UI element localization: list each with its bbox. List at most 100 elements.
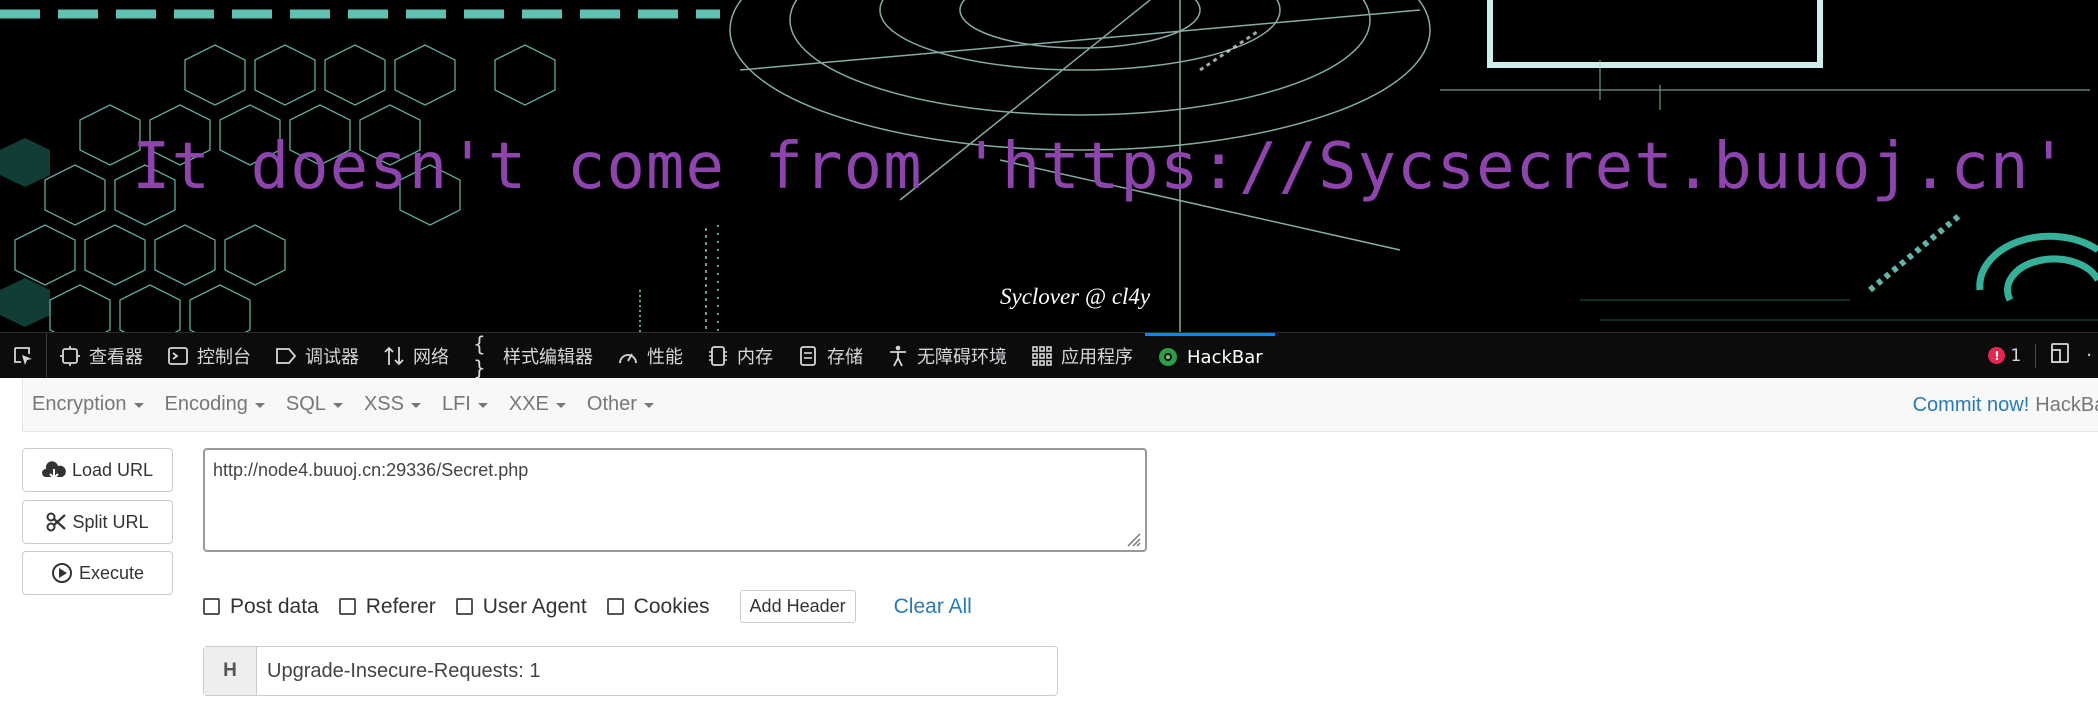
divider — [2035, 343, 2037, 368]
cloud-download-icon — [41, 461, 66, 480]
option-label: Referer — [365, 594, 436, 618]
header-value-input[interactable]: Upgrade-Insecure-Requests: 1 — [257, 647, 1057, 695]
hackbar-panel: Encryption Encoding SQL XSS LFI XXE Othe… — [0, 378, 2098, 702]
tab-performance[interactable]: 性能 — [605, 333, 695, 379]
button-label: Execute — [78, 562, 145, 583]
menu-label: Other — [586, 393, 637, 415]
button-label: Load URL — [71, 459, 154, 480]
menu-encryption[interactable]: Encryption — [23, 393, 156, 416]
option-label: User Agent — [482, 594, 587, 618]
tab-storage[interactable]: 存储 — [785, 333, 875, 379]
menu-label: Encryption — [32, 393, 127, 415]
load-url-button[interactable]: Load URL — [22, 448, 173, 492]
tab-label: 存储 — [827, 346, 863, 368]
add-header-button[interactable]: Add Header — [739, 590, 856, 623]
commit-now-link[interactable]: Commit now! — [1913, 394, 2030, 416]
tab-memory[interactable]: 内存 — [695, 333, 785, 379]
split-url-button[interactable]: Split URL — [22, 500, 173, 544]
caret-down-icon — [332, 403, 343, 408]
accessibility-icon — [887, 345, 909, 367]
referer-option[interactable]: Referer — [338, 594, 436, 619]
url-input[interactable]: http://node4.buuoj.cn:29336/Secret.php — [203, 448, 1147, 552]
resize-grip-icon[interactable] — [1124, 530, 1142, 548]
option-label: Post data — [230, 594, 319, 618]
page-content: It doesn't come from 'https://Sycsecret.… — [0, 0, 2098, 332]
network-icon — [383, 345, 405, 367]
hackbar-brand: HackBar — [2035, 394, 2098, 416]
request-options: Post data Referer User Agent Cookies Add… — [203, 590, 972, 623]
menu-label: XXE — [508, 393, 549, 415]
tab-label: 无障碍环境 — [917, 346, 1007, 368]
menu-label: SQL — [285, 393, 326, 415]
button-label: Split URL — [72, 511, 149, 532]
tab-label: 内存 — [737, 346, 773, 368]
error-icon: ! — [1988, 347, 2006, 364]
menu-label: LFI — [441, 393, 471, 415]
tab-debugger[interactable]: 调试器 — [263, 333, 371, 379]
inspector-icon — [59, 345, 81, 367]
referer-checkbox[interactable] — [338, 598, 356, 615]
console-icon — [167, 345, 189, 367]
post-data-option[interactable]: Post data — [203, 595, 319, 619]
cookies-checkbox[interactable] — [606, 598, 624, 615]
menu-lfi[interactable]: LFI — [433, 393, 500, 416]
header-entry: H Upgrade-Insecure-Requests: 1 — [203, 646, 1058, 696]
menu-xss[interactable]: XSS — [355, 393, 433, 416]
tab-inspector[interactable]: 查看器 — [47, 333, 155, 379]
storage-icon — [797, 345, 819, 367]
menu-other[interactable]: Other — [578, 393, 666, 416]
caret-down-icon — [643, 403, 654, 408]
menu-label: XSS — [363, 393, 404, 415]
memory-icon — [707, 345, 729, 367]
tab-label: 控制台 — [197, 346, 251, 368]
caret-down-icon — [254, 403, 265, 408]
tab-network[interactable]: 网络 — [371, 333, 461, 379]
caret-down-icon — [133, 403, 144, 408]
tab-label: 调试器 — [305, 346, 359, 368]
error-count-badge[interactable]: ! 1 — [1988, 346, 2021, 366]
devtools-right-controls: ! 1 · — [1988, 342, 2098, 369]
commit-area: Commit now!HackBar — [1913, 394, 2098, 417]
caret-down-icon — [555, 403, 566, 408]
hackbar-menu-bar: Encryption Encoding SQL XSS LFI XXE Othe… — [22, 378, 2098, 432]
post-data-checkbox[interactable] — [203, 598, 220, 615]
option-label: Cookies — [633, 594, 710, 618]
menu-encoding[interactable]: Encoding — [156, 393, 277, 416]
tab-label: 查看器 — [89, 346, 143, 368]
tab-label: 应用程序 — [1061, 346, 1133, 368]
tab-label: 网络 — [413, 346, 449, 368]
user-agent-option[interactable]: User Agent — [455, 594, 587, 619]
tab-console[interactable]: 控制台 — [155, 333, 263, 379]
menu-xxe[interactable]: XXE — [500, 393, 578, 416]
signature-text: Syclover @ cl4y — [1000, 284, 1151, 309]
caret-down-icon — [410, 403, 421, 408]
tab-hackbar[interactable]: HackBar — [1145, 332, 1275, 379]
responsive-design-icon[interactable] — [2050, 342, 2072, 369]
cookies-option[interactable]: Cookies — [606, 594, 710, 619]
clear-all-link[interactable]: Clear All — [894, 595, 972, 619]
tab-label: 样式编辑器 — [503, 346, 593, 368]
play-circle-icon — [51, 563, 72, 583]
debugger-icon — [275, 345, 297, 367]
caret-down-icon — [477, 403, 488, 408]
performance-icon — [617, 345, 639, 367]
header-prefix-label: H — [204, 647, 257, 695]
menu-label: Encoding — [164, 393, 248, 415]
tab-label: 性能 — [647, 346, 683, 368]
application-icon — [1031, 345, 1053, 367]
banner-message: It doesn't come from 'https://Sycsecret.… — [132, 130, 2070, 204]
tab-accessibility[interactable]: 无障碍环境 — [875, 333, 1019, 379]
style-editor-icon: { } — [473, 331, 486, 380]
menu-sql[interactable]: SQL — [277, 393, 355, 416]
more-options-icon[interactable]: · — [2086, 345, 2092, 366]
scissors-icon — [46, 512, 67, 532]
tab-label: HackBar — [1187, 346, 1263, 368]
hackbar-icon — [1157, 346, 1179, 368]
error-count: 1 — [2010, 345, 2022, 366]
tab-style-editor[interactable]: { } 样式编辑器 — [461, 331, 605, 380]
element-picker-icon — [14, 346, 32, 365]
user-agent-checkbox[interactable] — [455, 598, 473, 615]
tab-application[interactable]: 应用程序 — [1019, 333, 1145, 379]
element-picker-button[interactable] — [0, 332, 47, 379]
execute-button[interactable]: Execute — [22, 551, 173, 595]
